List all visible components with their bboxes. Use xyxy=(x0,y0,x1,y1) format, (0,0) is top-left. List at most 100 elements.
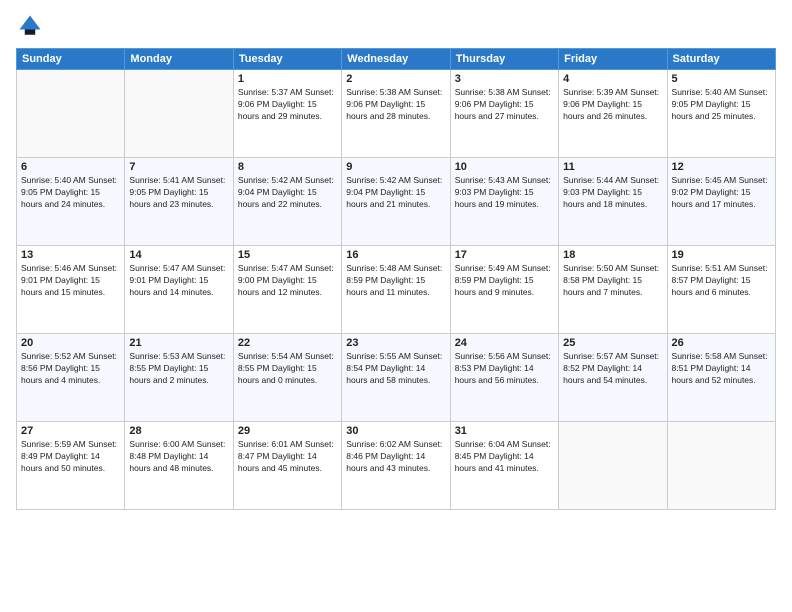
calendar-day-14: 14Sunrise: 5:47 AM Sunset: 9:01 PM Dayli… xyxy=(125,246,233,334)
calendar-day-30: 30 Sunrise: 6:02 AM Sunset: 8:46 PM Dayli… xyxy=(342,422,450,510)
day-detail: Sunrise: 6:04 AM Sunset: 8:45 PM Dayligh… xyxy=(455,439,554,475)
weekday-header-wednesday: Wednesday xyxy=(342,49,450,70)
day-number: 23 xyxy=(346,337,445,349)
weekday-header-sunday: Sunday xyxy=(17,49,125,70)
calendar-day-12: 12 Sunrise: 5:45 AM Sunset: 9:02 PM Dayli… xyxy=(667,158,775,246)
day-number: 29 xyxy=(238,425,337,437)
day-number: 24 xyxy=(455,337,554,349)
calendar-week-4: 20 Sunrise: 5:52 AM Sunset: 8:56 PM Dayli… xyxy=(17,334,776,422)
calendar-day-26: 26Sunrise: 5:58 AM Sunset: 8:51 PM Dayli… xyxy=(667,334,775,422)
calendar-day-18: 18 Sunrise: 5:50 AM Sunset: 8:58 PM Dayli… xyxy=(559,246,667,334)
day-number: 21 xyxy=(129,337,228,349)
calendar-header: SundayMondayTuesdayWednesdayThursdayFrid… xyxy=(17,49,776,70)
calendar-week-1: 1 Sunrise: 5:37 AM Sunset: 9:06 PM Daylig… xyxy=(17,70,776,158)
calendar-day-5: 5Sunrise: 5:40 AM Sunset: 9:05 PM Daylig… xyxy=(667,70,775,158)
day-number: 4 xyxy=(563,73,662,85)
weekday-header-monday: Monday xyxy=(125,49,233,70)
day-detail: Sunrise: 6:01 AM Sunset: 8:47 PM Dayligh… xyxy=(238,439,337,475)
calendar-day-20: 20 Sunrise: 5:52 AM Sunset: 8:56 PM Dayli… xyxy=(17,334,125,422)
day-detail: Sunrise: 5:54 AM Sunset: 8:55 PM Dayligh… xyxy=(238,351,337,387)
day-detail: Sunrise: 5:58 AM Sunset: 8:51 PM Dayligh… xyxy=(672,351,771,387)
calendar-week-5: 27 Sunrise: 5:59 AM Sunset: 8:49 PM Dayli… xyxy=(17,422,776,510)
day-number: 27 xyxy=(21,425,120,437)
calendar-day-4: 4 Sunrise: 5:39 AM Sunset: 9:06 PM Daylig… xyxy=(559,70,667,158)
day-number: 22 xyxy=(238,337,337,349)
day-number: 28 xyxy=(129,425,228,437)
day-detail: Sunrise: 6:02 AM Sunset: 8:46 PM Dayligh… xyxy=(346,439,445,475)
day-detail: Sunrise: 5:53 AM Sunset: 8:55 PM Dayligh… xyxy=(129,351,228,387)
day-number: 17 xyxy=(455,249,554,261)
weekday-header-thursday: Thursday xyxy=(450,49,558,70)
day-number: 11 xyxy=(563,161,662,173)
day-number: 9 xyxy=(346,161,445,173)
day-detail: Sunrise: 5:39 AM Sunset: 9:06 PM Dayligh… xyxy=(563,87,662,123)
day-detail: Sunrise: 5:40 AM Sunset: 9:05 PM Dayligh… xyxy=(672,87,771,123)
day-detail: Sunrise: 6:00 AM Sunset: 8:48 PM Dayligh… xyxy=(129,439,228,475)
weekday-header-saturday: Saturday xyxy=(667,49,775,70)
day-detail: Sunrise: 5:49 AM Sunset: 8:59 PM Dayligh… xyxy=(455,263,554,299)
calendar-day-27: 27 Sunrise: 5:59 AM Sunset: 8:49 PM Dayli… xyxy=(17,422,125,510)
calendar-day-1: 1 Sunrise: 5:37 AM Sunset: 9:06 PM Daylig… xyxy=(233,70,341,158)
logo-icon xyxy=(16,12,44,40)
day-detail: Sunrise: 5:42 AM Sunset: 9:04 PM Dayligh… xyxy=(346,175,445,211)
day-number: 12 xyxy=(672,161,771,173)
day-number: 15 xyxy=(238,249,337,261)
day-detail: Sunrise: 5:37 AM Sunset: 9:06 PM Dayligh… xyxy=(238,87,337,123)
day-number: 7 xyxy=(129,161,228,173)
calendar-day-empty xyxy=(667,422,775,510)
header xyxy=(16,12,776,40)
calendar-day-24: 24 Sunrise: 5:56 AM Sunset: 8:53 PM Dayli… xyxy=(450,334,558,422)
calendar-page: SundayMondayTuesdayWednesdayThursdayFrid… xyxy=(0,0,792,612)
logo xyxy=(16,12,48,40)
day-detail: Sunrise: 5:57 AM Sunset: 8:52 PM Dayligh… xyxy=(563,351,662,387)
day-detail: Sunrise: 5:44 AM Sunset: 9:03 PM Dayligh… xyxy=(563,175,662,211)
day-detail: Sunrise: 5:38 AM Sunset: 9:06 PM Dayligh… xyxy=(346,87,445,123)
day-number: 13 xyxy=(21,249,120,261)
day-detail: Sunrise: 5:42 AM Sunset: 9:04 PM Dayligh… xyxy=(238,175,337,211)
calendar-table: SundayMondayTuesdayWednesdayThursdayFrid… xyxy=(16,48,776,510)
day-number: 3 xyxy=(455,73,554,85)
day-detail: Sunrise: 5:45 AM Sunset: 9:02 PM Dayligh… xyxy=(672,175,771,211)
day-detail: Sunrise: 5:46 AM Sunset: 9:01 PM Dayligh… xyxy=(21,263,120,299)
calendar-day-7: 7 Sunrise: 5:41 AM Sunset: 9:05 PM Daylig… xyxy=(125,158,233,246)
day-detail: Sunrise: 5:52 AM Sunset: 8:56 PM Dayligh… xyxy=(21,351,120,387)
day-detail: Sunrise: 5:41 AM Sunset: 9:05 PM Dayligh… xyxy=(129,175,228,211)
weekday-header-friday: Friday xyxy=(559,49,667,70)
day-detail: Sunrise: 5:43 AM Sunset: 9:03 PM Dayligh… xyxy=(455,175,554,211)
day-detail: Sunrise: 5:50 AM Sunset: 8:58 PM Dayligh… xyxy=(563,263,662,299)
calendar-day-23: 23 Sunrise: 5:55 AM Sunset: 8:54 PM Dayli… xyxy=(342,334,450,422)
calendar-day-25: 25Sunrise: 5:57 AM Sunset: 8:52 PM Dayli… xyxy=(559,334,667,422)
day-number: 2 xyxy=(346,73,445,85)
calendar-week-3: 13 Sunrise: 5:46 AM Sunset: 9:01 PM Dayli… xyxy=(17,246,776,334)
day-number: 16 xyxy=(346,249,445,261)
calendar-week-2: 6Sunrise: 5:40 AM Sunset: 9:05 PM Daylig… xyxy=(17,158,776,246)
weekday-header-tuesday: Tuesday xyxy=(233,49,341,70)
day-detail: Sunrise: 5:59 AM Sunset: 8:49 PM Dayligh… xyxy=(21,439,120,475)
calendar-day-29: 29 Sunrise: 6:01 AM Sunset: 8:47 PM Dayli… xyxy=(233,422,341,510)
day-number: 10 xyxy=(455,161,554,173)
day-number: 18 xyxy=(563,249,662,261)
day-detail: Sunrise: 5:47 AM Sunset: 9:01 PM Dayligh… xyxy=(129,263,228,299)
calendar-body: 1 Sunrise: 5:37 AM Sunset: 9:06 PM Daylig… xyxy=(17,70,776,510)
calendar-day-31: 31Sunrise: 6:04 AM Sunset: 8:45 PM Dayli… xyxy=(450,422,558,510)
day-number: 30 xyxy=(346,425,445,437)
day-number: 6 xyxy=(21,161,120,173)
calendar-day-9: 9 Sunrise: 5:42 AM Sunset: 9:04 PM Daylig… xyxy=(342,158,450,246)
calendar-day-empty xyxy=(17,70,125,158)
day-number: 1 xyxy=(238,73,337,85)
calendar-day-3: 3 Sunrise: 5:38 AM Sunset: 9:06 PM Daylig… xyxy=(450,70,558,158)
calendar-day-16: 16 Sunrise: 5:48 AM Sunset: 8:59 PM Dayli… xyxy=(342,246,450,334)
day-detail: Sunrise: 5:55 AM Sunset: 8:54 PM Dayligh… xyxy=(346,351,445,387)
calendar-day-21: 21 Sunrise: 5:53 AM Sunset: 8:55 PM Dayli… xyxy=(125,334,233,422)
day-detail: Sunrise: 5:48 AM Sunset: 8:59 PM Dayligh… xyxy=(346,263,445,299)
day-number: 20 xyxy=(21,337,120,349)
calendar-day-2: 2 Sunrise: 5:38 AM Sunset: 9:06 PM Daylig… xyxy=(342,70,450,158)
day-detail: Sunrise: 5:56 AM Sunset: 8:53 PM Dayligh… xyxy=(455,351,554,387)
day-number: 19 xyxy=(672,249,771,261)
calendar-day-empty xyxy=(559,422,667,510)
calendar-day-13: 13 Sunrise: 5:46 AM Sunset: 9:01 PM Dayli… xyxy=(17,246,125,334)
calendar-day-28: 28 Sunrise: 6:00 AM Sunset: 8:48 PM Dayli… xyxy=(125,422,233,510)
calendar-day-17: 17 Sunrise: 5:49 AM Sunset: 8:59 PM Dayli… xyxy=(450,246,558,334)
day-detail: Sunrise: 5:38 AM Sunset: 9:06 PM Dayligh… xyxy=(455,87,554,123)
day-detail: Sunrise: 5:47 AM Sunset: 9:00 PM Dayligh… xyxy=(238,263,337,299)
